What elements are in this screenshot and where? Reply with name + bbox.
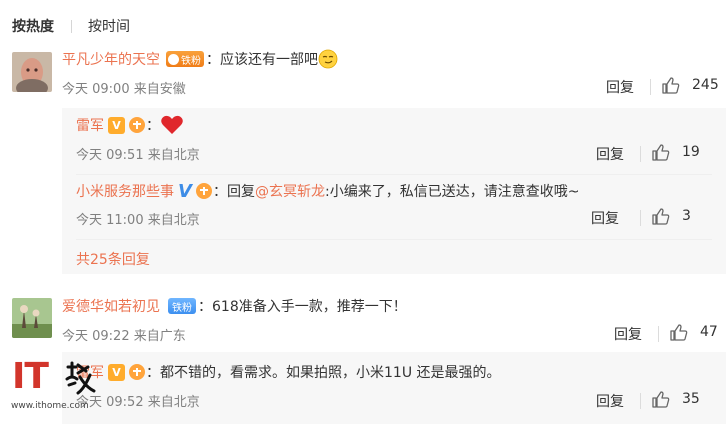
user-avatar-icon (12, 298, 52, 338)
reply-meta: 今天 09:51 来自北京 (76, 148, 200, 163)
more-replies-link[interactable]: 共25条回复 (76, 249, 150, 269)
like-button[interactable]: 19 (651, 142, 700, 162)
comment-text: ：应该还有一部吧 (206, 52, 318, 68)
reply-text-prefix: ：回复 (213, 184, 255, 200)
comment-meta: 今天 09:00 来自安徽 (62, 82, 186, 97)
comment-meta: 今天 09:22 来自广东 (62, 329, 186, 344)
like-button[interactable]: 47 (669, 322, 718, 342)
reply-meta: 今天 11:00 来自北京 (76, 213, 200, 228)
reply-username[interactable]: 雷军 (76, 115, 104, 135)
reply-button[interactable]: 回复 (596, 391, 624, 411)
heart-emoji-icon (161, 115, 183, 134)
rank-icon (129, 364, 145, 380)
reply-button[interactable]: 回复 (606, 77, 634, 97)
thumbs-up-icon (670, 324, 688, 341)
verified-badge: V (108, 116, 125, 134)
ithome-logo-icon (65, 361, 96, 395)
divider (640, 393, 641, 409)
comment-username[interactable]: 爱德华如若初见 (62, 296, 160, 316)
mention-link[interactable]: @玄冥斩龙 (255, 181, 325, 201)
reply-line: 雷军 V ： (76, 113, 184, 137)
reply-separator (76, 174, 712, 175)
thumbs-up-icon (652, 391, 670, 408)
reply-username[interactable]: 小米服务那些事 (76, 181, 174, 201)
like-count: 35 (682, 391, 700, 407)
sort-divider (71, 19, 72, 33)
divider (650, 79, 651, 95)
reply-text: ：都不错的，看需求。如果拍照，小米11U 还是最强的。 (146, 365, 501, 381)
reply-separator (76, 239, 712, 240)
comment-text: ：618准备入手一款，推荐一下！ (198, 299, 407, 315)
comment-line: 爱德华如若初见 铁粉 ：618准备入手一款，推荐一下！ (62, 296, 407, 316)
like-button[interactable]: 245 (661, 75, 719, 95)
watermark-brand: IT (12, 356, 49, 397)
ithome-watermark: IT www.ithome.com (10, 355, 110, 420)
verified-badge: V (178, 180, 192, 202)
reply-text: :小编来了，私信已送达，请注意查收哦~ (325, 184, 580, 200)
reply-button[interactable]: 回复 (614, 324, 642, 344)
like-count: 3 (682, 208, 691, 224)
reply-line: 小米服务那些事 V ：回复 @玄冥斩龙 :小编来了，私信已送达，请注意查收哦~ (76, 180, 579, 202)
comment-username[interactable]: 平凡少年的天空 (62, 49, 160, 69)
reply-button[interactable]: 回复 (596, 144, 624, 164)
thumbs-up-icon (652, 144, 670, 161)
like-count: 47 (700, 324, 718, 340)
reply-button[interactable]: 回复 (591, 208, 619, 228)
comment-line: 平凡少年的天空 铁粉 ：应该还有一部吧 (62, 48, 338, 70)
sort-by-hot[interactable]: 按热度 (12, 16, 54, 36)
reply-text: ： (146, 118, 160, 134)
fan-badge-label: 铁粉 (181, 55, 201, 67)
watermark-url: www.ithome.com (11, 401, 89, 411)
sort-by-time[interactable]: 按时间 (88, 16, 130, 36)
like-count: 245 (692, 77, 719, 93)
fan-badge: 铁粉 (166, 51, 204, 67)
like-button[interactable]: 35 (651, 389, 700, 409)
divider (640, 146, 641, 162)
rank-icon (129, 117, 145, 133)
avatar[interactable] (12, 298, 52, 338)
divider (640, 210, 641, 226)
fan-badge: 铁粉 (168, 298, 196, 314)
smirk-emoji-icon (318, 49, 338, 69)
avatar[interactable] (12, 52, 52, 92)
verified-badge: V (108, 363, 125, 381)
user-avatar-icon (12, 52, 52, 92)
divider (658, 326, 659, 342)
reply-line: 雷军 V ：都不错的，看需求。如果拍照，小米11U 还是最强的。 (76, 361, 501, 383)
like-button[interactable]: 3 (651, 206, 691, 226)
thumbs-up-icon (652, 208, 670, 225)
like-count: 19 (682, 144, 700, 160)
fan-badge-icon (168, 53, 179, 65)
thumbs-up-icon (662, 77, 680, 94)
rank-icon (196, 183, 212, 199)
sort-bar: 按热度 按时间 (12, 15, 130, 37)
